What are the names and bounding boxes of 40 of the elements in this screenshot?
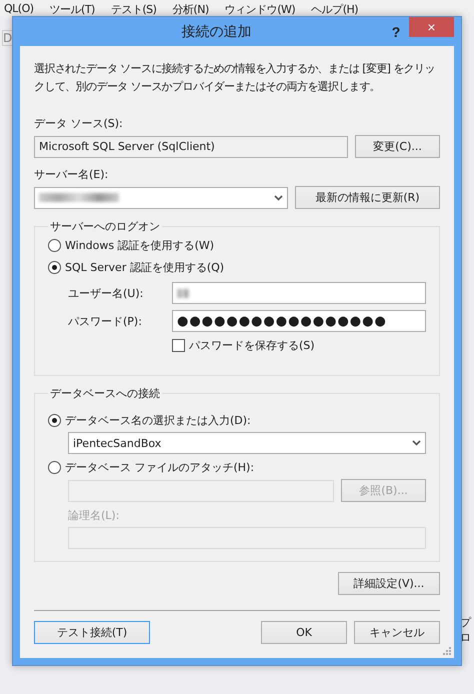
advanced-button[interactable]: 詳細設定(V)... bbox=[338, 572, 440, 595]
field-label: データ ソース(S): bbox=[34, 116, 124, 131]
field-label: 論理名(L): bbox=[68, 508, 120, 523]
radio-label[interactable]: SQL Server 認証を使用する(Q) bbox=[65, 260, 224, 275]
help-button[interactable]: ? bbox=[383, 24, 409, 40]
radio-label[interactable]: データベース ファイルのアタッチ(H): bbox=[65, 460, 254, 475]
radio-button[interactable] bbox=[48, 239, 61, 252]
cancel-button[interactable]: キャンセル bbox=[354, 621, 440, 644]
checkbox-label[interactable]: パスワードを保存する(S) bbox=[189, 338, 315, 353]
radio-label[interactable]: Windows 認証を使用する(W) bbox=[65, 238, 214, 253]
radio-label[interactable]: データベース名の選択または入力(D): bbox=[65, 413, 251, 428]
ok-button[interactable]: OK bbox=[261, 621, 347, 644]
checkbox[interactable] bbox=[172, 339, 185, 352]
close-button[interactable]: × bbox=[409, 16, 454, 36]
refresh-button[interactable]: 最新の情報に更新(R) bbox=[295, 186, 440, 209]
database-combo[interactable]: iPentecSandBox bbox=[68, 432, 426, 454]
menu-item[interactable]: ウィンドウ(W) bbox=[212, 0, 300, 18]
radio-button[interactable] bbox=[48, 461, 61, 474]
group-title: データベースへの接続 bbox=[49, 386, 161, 401]
description-text: 選択されたデータ ソースに接続するための情報を入力するか、または [変更] をクリックして、別のデータ ソースかプロバイダーまたはその両方を選択します。 bbox=[34, 61, 436, 95]
password-field[interactable]: ●●●●●●●●●●●●●●●●● bbox=[172, 310, 426, 332]
resize-grip-icon bbox=[443, 647, 451, 655]
test-connection-button[interactable]: テスト接続(T) bbox=[34, 621, 150, 644]
menu-item[interactable]: QL(O) bbox=[0, 0, 38, 18]
window-title: 接続の追加 bbox=[180, 22, 252, 40]
change-button[interactable]: 変更(C)... bbox=[355, 135, 440, 158]
group-title: サーバーへのログオン bbox=[49, 219, 161, 234]
chevron-down-icon bbox=[274, 194, 283, 200]
menu-item[interactable]: ツール(T) bbox=[38, 0, 99, 18]
data-source-field: Microsoft SQL Server (SqlClient) bbox=[34, 136, 348, 158]
chevron-down-icon bbox=[412, 440, 421, 446]
radio-button[interactable] bbox=[48, 414, 61, 427]
field-label: パスワード(P): bbox=[68, 314, 143, 328]
menu-item[interactable]: ヘルプ(H) bbox=[299, 0, 362, 18]
radio-button[interactable] bbox=[48, 261, 61, 274]
username-field[interactable] bbox=[172, 282, 426, 304]
menu-item[interactable]: 分析(N) bbox=[160, 0, 213, 18]
field-label: サーバー名(E): bbox=[34, 167, 110, 182]
menu-item[interactable]: テスト(S) bbox=[98, 0, 160, 18]
field-label: ユーザー名(U): bbox=[68, 286, 144, 300]
